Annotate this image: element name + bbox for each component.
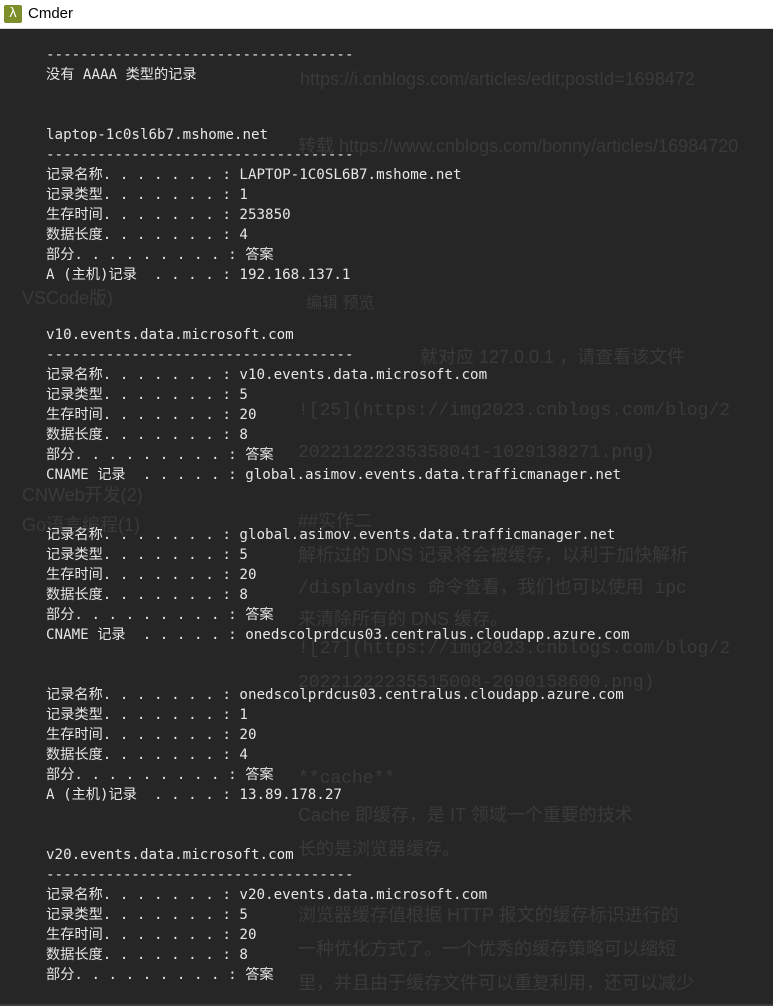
console-line: ------------------------------------ xyxy=(46,867,354,883)
console-line: 记录名称. . . . . . . : global.asimov.events… xyxy=(46,527,616,543)
console-line: 生存时间. . . . . . . : 20 xyxy=(46,927,257,943)
console-line: A (主机)记录 . . . . : 13.89.178.27 xyxy=(46,787,342,803)
console-output[interactable]: ------------------------------------ 没有 A… xyxy=(0,29,773,1006)
title-bar[interactable]: λ Cmder xyxy=(0,0,773,29)
console-line: 记录名称. . . . . . . : v10.events.data.micr… xyxy=(46,367,488,383)
lambda-icon: λ xyxy=(4,5,22,23)
console-line: 数据长度. . . . . . . : 4 xyxy=(46,747,248,763)
console-line: 生存时间. . . . . . . : 20 xyxy=(46,727,257,743)
console-line: 数据长度. . . . . . . : 8 xyxy=(46,427,248,443)
console-line: 记录类型. . . . . . . : 1 xyxy=(46,707,248,723)
console-line: 记录名称. . . . . . . : v20.events.data.micr… xyxy=(46,887,488,903)
console-line: laptop-1c0sl6b7.mshome.net xyxy=(46,127,269,143)
console-line: 记录名称. . . . . . . : onedscolprdcus03.cen… xyxy=(46,687,624,703)
console-line: 部分. . . . . . . . . : 答案 xyxy=(46,447,274,463)
console-line: ------------------------------------ xyxy=(46,347,354,363)
console-line: 部分. . . . . . . . . : 答案 xyxy=(46,767,274,783)
console-line: v20.events.data.microsoft.com xyxy=(46,847,294,863)
console-line: 生存时间. . . . . . . : 20 xyxy=(46,567,257,583)
console-line: 记录类型. . . . . . . : 5 xyxy=(46,387,248,403)
console-line: 部分. . . . . . . . . : 答案 xyxy=(46,967,274,983)
window-title: Cmder xyxy=(28,5,74,22)
console-line: 部分. . . . . . . . . : 答案 xyxy=(46,607,274,623)
console-line: v10.events.data.microsoft.com xyxy=(46,327,294,343)
console-line: 没有 AAAA 类型的记录 xyxy=(46,67,197,83)
console-line: CNAME 记录 . . . . . : onedscolprdcus03.ce… xyxy=(46,627,630,643)
console-line: 数据长度. . . . . . . : 4 xyxy=(46,227,248,243)
console-line: 数据长度. . . . . . . : 8 xyxy=(46,587,248,603)
console-line: A (主机)记录 . . . . : 192.168.137.1 xyxy=(46,267,351,283)
console-line: 记录类型. . . . . . . : 1 xyxy=(46,187,248,203)
console-line: 部分. . . . . . . . . : 答案 xyxy=(46,247,274,263)
console-line: ------------------------------------ xyxy=(46,47,354,63)
console-line: 记录类型. . . . . . . : 5 xyxy=(46,547,248,563)
console-line: 记录名称. . . . . . . : LAPTOP-1C0SL6B7.msho… xyxy=(46,167,462,183)
console-line: CNAME 记录 . . . . . : global.asimov.event… xyxy=(46,467,622,483)
console-line: 生存时间. . . . . . . : 253850 xyxy=(46,207,291,223)
console-line: ------------------------------------ xyxy=(46,147,354,163)
console-line: 生存时间. . . . . . . : 20 xyxy=(46,407,257,423)
console-line: 数据长度. . . . . . . : 8 xyxy=(46,947,248,963)
cmder-window: λ Cmder https://i.cnblogs.com/articles/e… xyxy=(0,0,773,1006)
console-line: 记录类型. . . . . . . : 5 xyxy=(46,907,248,923)
